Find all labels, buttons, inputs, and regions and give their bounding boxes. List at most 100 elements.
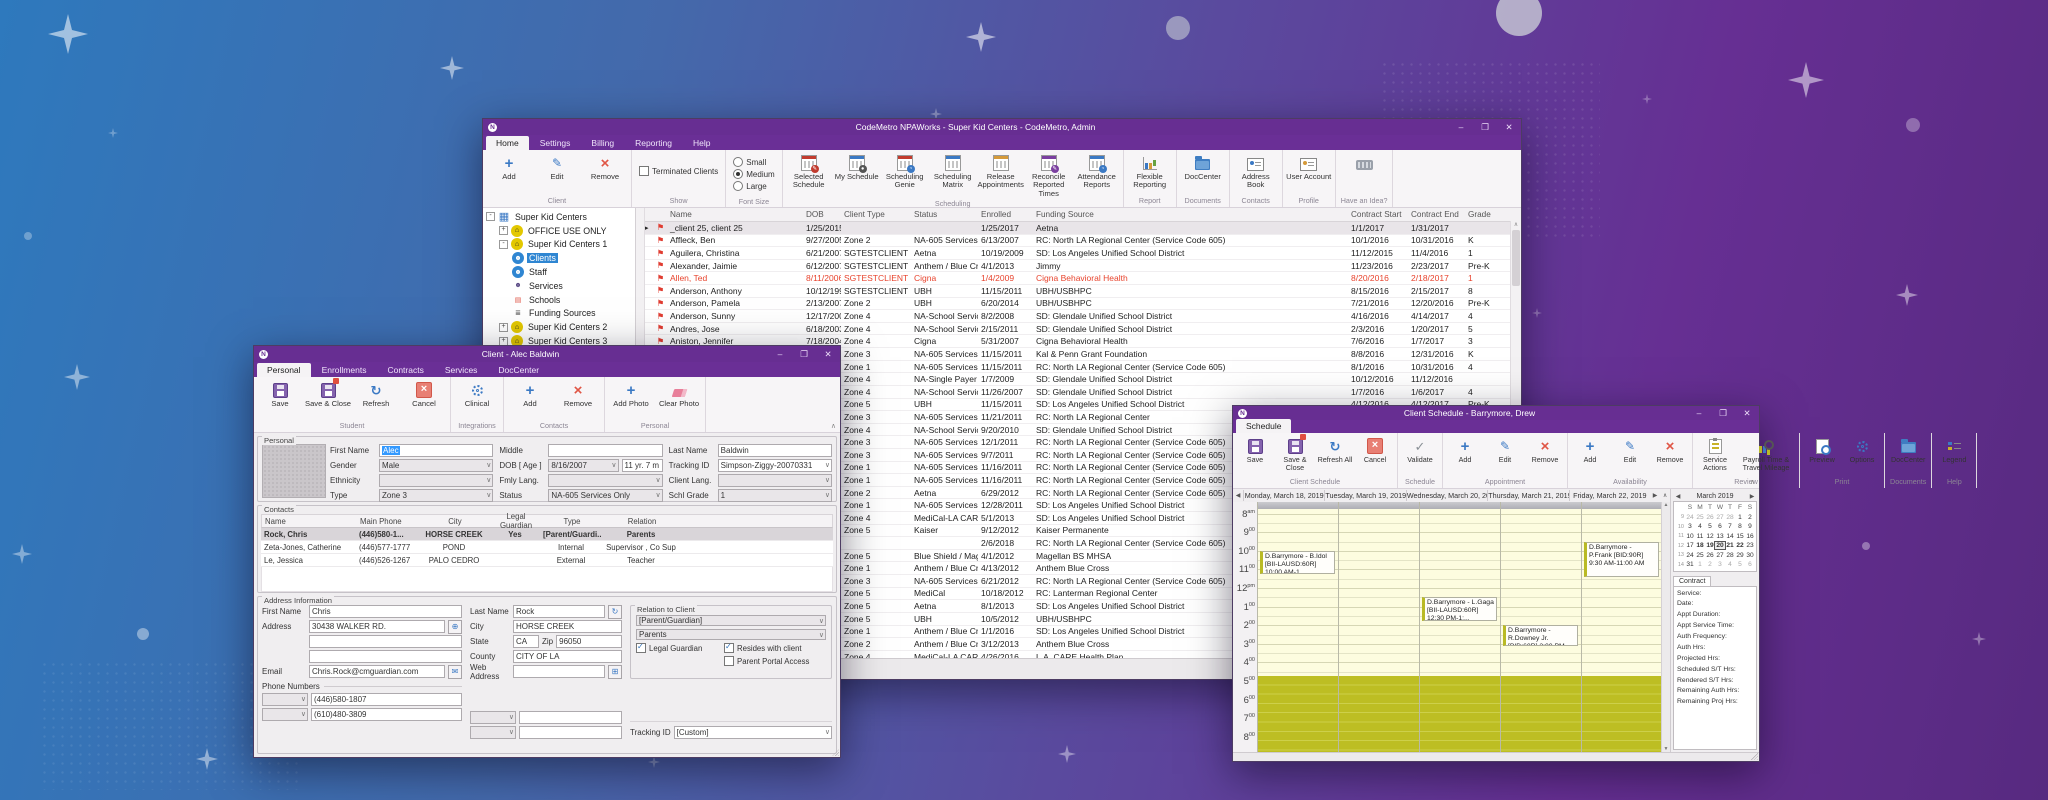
contact-last-name-field[interactable]: Rock [513,605,605,618]
phone3-type-select[interactable] [470,711,516,724]
save-button[interactable]: Save [1236,435,1274,464]
prev-day-icon[interactable]: ◀ [1233,492,1243,499]
contact-column-legal-guardian[interactable]: Legal Guardian [491,512,541,530]
have-an-idea-button[interactable] [1341,152,1387,173]
tab-services[interactable]: Services [435,363,488,377]
calendar-day[interactable]: 29 [1735,552,1745,559]
phone1-field[interactable]: (446)580-1807 [311,693,462,706]
custom-tracking-select[interactable]: [Custom] [674,726,832,739]
refresh-all-button[interactable]: ↻Refresh All [1316,435,1354,464]
contact-column-relation[interactable]: Relation [603,517,681,526]
calendar-day[interactable]: 3 [1715,561,1725,568]
main-titlebar[interactable]: N CodeMetro NPAWorks - Super Kid Centers… [483,119,1521,135]
zip-field[interactable]: 96050 [556,635,622,648]
tree-item-super-kid-centers-2[interactable]: +⌂Super Kid Centers 2 [483,320,635,334]
column-header-contract-start[interactable]: Contract Start [1348,210,1408,219]
tab-contracts[interactable]: Contracts [377,363,433,377]
add-button[interactable]: +Add [486,152,532,181]
table-row[interactable]: ⚑Aguilera, Christina6/21/2007SGTESTCLIEN… [645,247,1521,260]
close-button[interactable]: ✕ [1497,122,1521,133]
prev-month-icon[interactable]: ◀ [1673,493,1683,500]
tree-item-super-kid-centers[interactable]: -▦Super Kid Centers [483,210,635,224]
contact-column-type[interactable]: Type [541,517,603,526]
close-button[interactable]: ✕ [1735,408,1759,419]
contact-row[interactable]: Le, Jessica(446)526-1267PALO CEDROExtern… [261,554,833,567]
calendar-day[interactable]: 8 [1735,523,1745,530]
phone4-type-select[interactable] [470,726,516,739]
column-header-contract-end[interactable]: Contract End [1408,210,1465,219]
calendar-day[interactable]: 25 [1695,552,1705,559]
day-column[interactable]: D.Barrymore - L.Gaga [BII-LAUSD:60R] 12:… [1419,502,1500,752]
add-button[interactable]: +Add [1446,435,1484,464]
client-titlebar[interactable]: N Client - Alec Baldwin – ❐ ✕ [254,346,840,362]
status-select[interactable]: NA-605 Services Only [548,489,662,502]
calendar-day[interactable]: 27 [1715,514,1725,521]
schedule-grid[interactable]: 8am9001000110012pm1002003004005006007008… [1233,502,1670,752]
table-row[interactable]: ▸⚑_client 25, client 251/25/20151/25/201… [645,222,1521,235]
phone2-field[interactable]: (610)480-3809 [311,708,462,721]
tab-help[interactable]: Help [683,136,720,150]
clinical-button[interactable]: Clinical [454,379,500,408]
contact-column-name[interactable]: Name [262,517,357,526]
day-header[interactable]: Thursday, March 21, 2019 [1487,490,1568,501]
web-address-field[interactable] [513,665,605,678]
day-column[interactable]: D.Barrymore - B.Idol [BII-LAUSD:60R] 10:… [1257,502,1338,752]
remove-button[interactable]: ×Remove [582,152,628,181]
edit-button[interactable]: ✎Edit [1611,435,1649,464]
day-column[interactable]: D.Barrymore - P.Frank [BID:90R] 9:30 AM-… [1581,502,1662,752]
column-header-grade[interactable]: Grade [1465,210,1509,219]
map-icon[interactable]: ⊕ [448,620,462,634]
next-day-icon[interactable]: ▶ [1650,492,1660,499]
calendar-day[interactable]: 28 [1725,552,1735,559]
phone3-field[interactable] [519,711,622,724]
calendar-day[interactable]: 5 [1735,561,1745,568]
calendar-day[interactable]: 24 [1685,514,1695,521]
schedule-titlebar[interactable]: N Client Schedule - Barrymore, Drew – ❐ … [1233,406,1759,420]
calendar-day[interactable]: 26 [1705,514,1715,521]
calendar-day[interactable]: 14 [1725,533,1735,540]
add-button[interactable]: +Add [507,379,553,408]
close-button[interactable]: ✕ [816,349,840,360]
preview-button[interactable]: Preview [1803,435,1841,464]
mini-calendar[interactable]: SMTWTFS924252627281210345678911101112131… [1673,501,1757,572]
client-photo-placeholder[interactable] [262,444,326,498]
cancel-button[interactable]: ×Cancel [401,379,447,408]
edit-button[interactable]: ✎Edit [1486,435,1524,464]
day-header[interactable]: Monday, March 18, 2019 [1243,490,1324,501]
save-button[interactable]: Save [257,379,303,408]
email-field[interactable]: Chris.Rock@cmguardian.com [309,665,445,678]
resides-with-client-checkbox[interactable]: Resides with client [724,643,802,653]
state-field[interactable]: CA [513,635,539,648]
tree-expand-icon[interactable]: + [499,323,508,332]
options-button[interactable]: Options [1843,435,1881,464]
calendar-day[interactable]: 6 [1745,561,1755,568]
flexible-reporting-button[interactable]: Flexible Reporting [1127,152,1173,190]
service-actions-button[interactable]: Service Actions [1696,435,1734,472]
phone4-field[interactable] [519,726,622,739]
maximize-button[interactable]: ❐ [1711,408,1735,419]
refresh-button[interactable]: ↻Refresh [353,379,399,408]
edit-button[interactable]: ✎Edit [534,152,580,181]
appointment[interactable]: D.Barrymore - P.Frank [BID:90R] 9:30 AM-… [1584,542,1659,577]
ethnicity-select[interactable] [379,474,493,487]
address-line3-field[interactable] [309,650,462,663]
tree-expand-icon[interactable]: - [499,240,508,249]
calendar-day[interactable]: 19 [1705,542,1715,549]
calendar-day[interactable]: 20 [1715,542,1725,549]
family-language-select[interactable] [548,474,662,487]
calendar-day[interactable]: 26 [1705,552,1715,559]
terminated-clients-checkbox[interactable]: Terminated Clients [639,166,718,176]
school-grade-select[interactable]: 1 [718,489,832,502]
medium-radio[interactable]: Medium [733,169,774,179]
calendar-day[interactable]: 30 [1745,552,1755,559]
day-column[interactable]: D.Barrymore - R.Downey Jr. [BID:60R] 2:0… [1500,502,1581,752]
contact-row[interactable]: Rock, Chris(446)580-1...HORSE CREEKYes[P… [261,528,833,541]
ribbon-collapse-icon[interactable]: ∧ [831,422,836,430]
validate-button[interactable]: ✓Validate [1401,435,1439,464]
table-row[interactable]: ⚑Andres, Jose6/18/2003Zone 4NA-School Se… [645,323,1521,336]
save-close-button[interactable]: Save & Close [305,379,351,408]
phone1-type-select[interactable] [262,693,308,706]
calendar-day[interactable]: 28 [1725,514,1735,521]
collapse-grid-icon[interactable]: ∧ [1660,492,1670,499]
address-line2-field[interactable] [309,635,462,648]
